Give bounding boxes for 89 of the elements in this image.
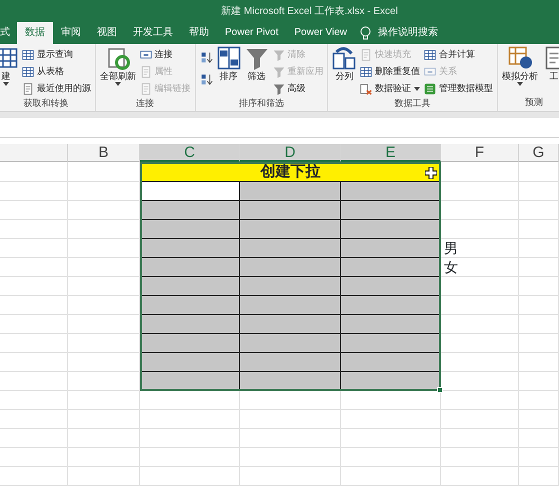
document-icon: [140, 66, 152, 78]
ribbon-button[interactable]: 模拟分析: [500, 46, 539, 96]
group-label: 排序和筛选: [238, 97, 285, 109]
cell[interactable]: [341, 258, 441, 277]
ribbon-button[interactable]: 最近使用的源: [21, 80, 92, 97]
cell[interactable]: [140, 258, 240, 277]
ribbon-button[interactable]: 建: [0, 46, 19, 97]
group-label: 获取和转换: [22, 97, 70, 109]
ribbon-button[interactable]: 连接: [138, 46, 192, 63]
cell[interactable]: [341, 220, 441, 239]
cell[interactable]: [240, 277, 341, 296]
column-header[interactable]: C: [140, 144, 240, 162]
funnel-icon: [272, 48, 284, 60]
column-header[interactable]: E: [341, 144, 441, 162]
sort-icon: [200, 50, 212, 64]
cell[interactable]: 女: [441, 258, 519, 277]
document-icon: [140, 82, 152, 94]
document-icon: [360, 48, 372, 60]
cell[interactable]: [341, 296, 441, 315]
ribbon-tab[interactable]: 帮助: [181, 22, 217, 44]
sort-icon: [200, 73, 212, 86]
ribbon-button[interactable]: 合并计算: [423, 46, 494, 63]
ribbon-tab[interactable]: 式: [0, 22, 17, 44]
tell-me-search[interactable]: 操作说明搜索: [374, 22, 442, 44]
group-label: 连接: [135, 97, 156, 109]
validation-icon: [360, 82, 372, 94]
data-model-icon: [424, 82, 436, 94]
table-icon: [22, 66, 34, 78]
document-icon: [22, 82, 34, 94]
ribbon-button[interactable]: 管理数据模型: [423, 80, 494, 97]
cell[interactable]: [140, 201, 240, 220]
column-header[interactable]: G: [519, 144, 559, 162]
window-title: 新建 Microsoft Excel 工作表.xlsx - Excel: [221, 4, 398, 18]
cell[interactable]: [341, 315, 441, 334]
ribbon-button[interactable]: 排序: [216, 46, 242, 97]
column-header[interactable]: F: [441, 144, 519, 162]
cell[interactable]: [341, 334, 441, 353]
fill-handle[interactable]: [437, 387, 443, 393]
cell[interactable]: [140, 353, 240, 372]
table-icon: [424, 48, 436, 60]
cell[interactable]: [341, 239, 441, 258]
ribbon-tab[interactable]: 开发工具: [125, 22, 181, 44]
cell[interactable]: [140, 296, 240, 315]
ribbon-button[interactable]: 从表格: [21, 63, 92, 80]
cell[interactable]: [240, 182, 341, 201]
cell[interactable]: [240, 239, 341, 258]
group-label: 数据工具: [394, 97, 432, 109]
cell[interactable]: [240, 353, 341, 372]
cell[interactable]: [140, 220, 240, 239]
cell[interactable]: 男: [441, 239, 519, 258]
ribbon-button[interactable]: 筛选: [244, 46, 270, 97]
ribbon-button[interactable]: 高级: [272, 80, 324, 97]
cell[interactable]: [341, 182, 441, 201]
ribbon-tab[interactable]: Power View: [286, 22, 355, 44]
ribbon-button[interactable]: 分列: [331, 46, 358, 97]
ribbon-tab[interactable]: 视图: [89, 22, 125, 44]
column-header[interactable]: B: [68, 144, 140, 162]
cell[interactable]: [240, 315, 341, 334]
table-icon: [22, 48, 34, 60]
cell[interactable]: [240, 220, 341, 239]
cell[interactable]: [341, 277, 441, 296]
funnel-icon: [272, 82, 284, 94]
column-header[interactable]: [0, 144, 68, 162]
ribbon-tab[interactable]: 审阅: [53, 22, 89, 44]
cell[interactable]: [341, 353, 441, 372]
cell[interactable]: [140, 277, 240, 296]
plus-cursor-icon: [425, 167, 437, 179]
ribbon-button[interactable]: 全部刷新: [98, 46, 137, 97]
funnel-icon: [244, 46, 268, 70]
cell[interactable]: [240, 334, 341, 353]
lightbulb-icon: [360, 26, 372, 40]
cell[interactable]: [240, 296, 341, 315]
cell[interactable]: [140, 315, 240, 334]
cell[interactable]: [240, 258, 341, 277]
ribbon-button[interactable]: 删除重复值: [359, 63, 421, 80]
cell[interactable]: [240, 201, 341, 220]
cell[interactable]: [140, 334, 240, 353]
group-label: 预测: [524, 96, 544, 108]
cell[interactable]: [140, 182, 240, 201]
cell[interactable]: [140, 239, 240, 258]
column-header[interactable]: D: [240, 144, 341, 162]
ribbon-tab[interactable]: Power Pivot: [217, 22, 286, 44]
ribbon-button[interactable]: 工: [540, 46, 559, 96]
table-icon: [360, 66, 372, 78]
funnel-icon: [272, 66, 284, 78]
ribbon-button[interactable]: 显示查询: [21, 46, 92, 63]
ribbon-button[interactable]: 数据验证: [359, 80, 421, 97]
cell[interactable]: [341, 201, 441, 220]
ribbon-tab[interactable]: 数据: [17, 22, 53, 44]
